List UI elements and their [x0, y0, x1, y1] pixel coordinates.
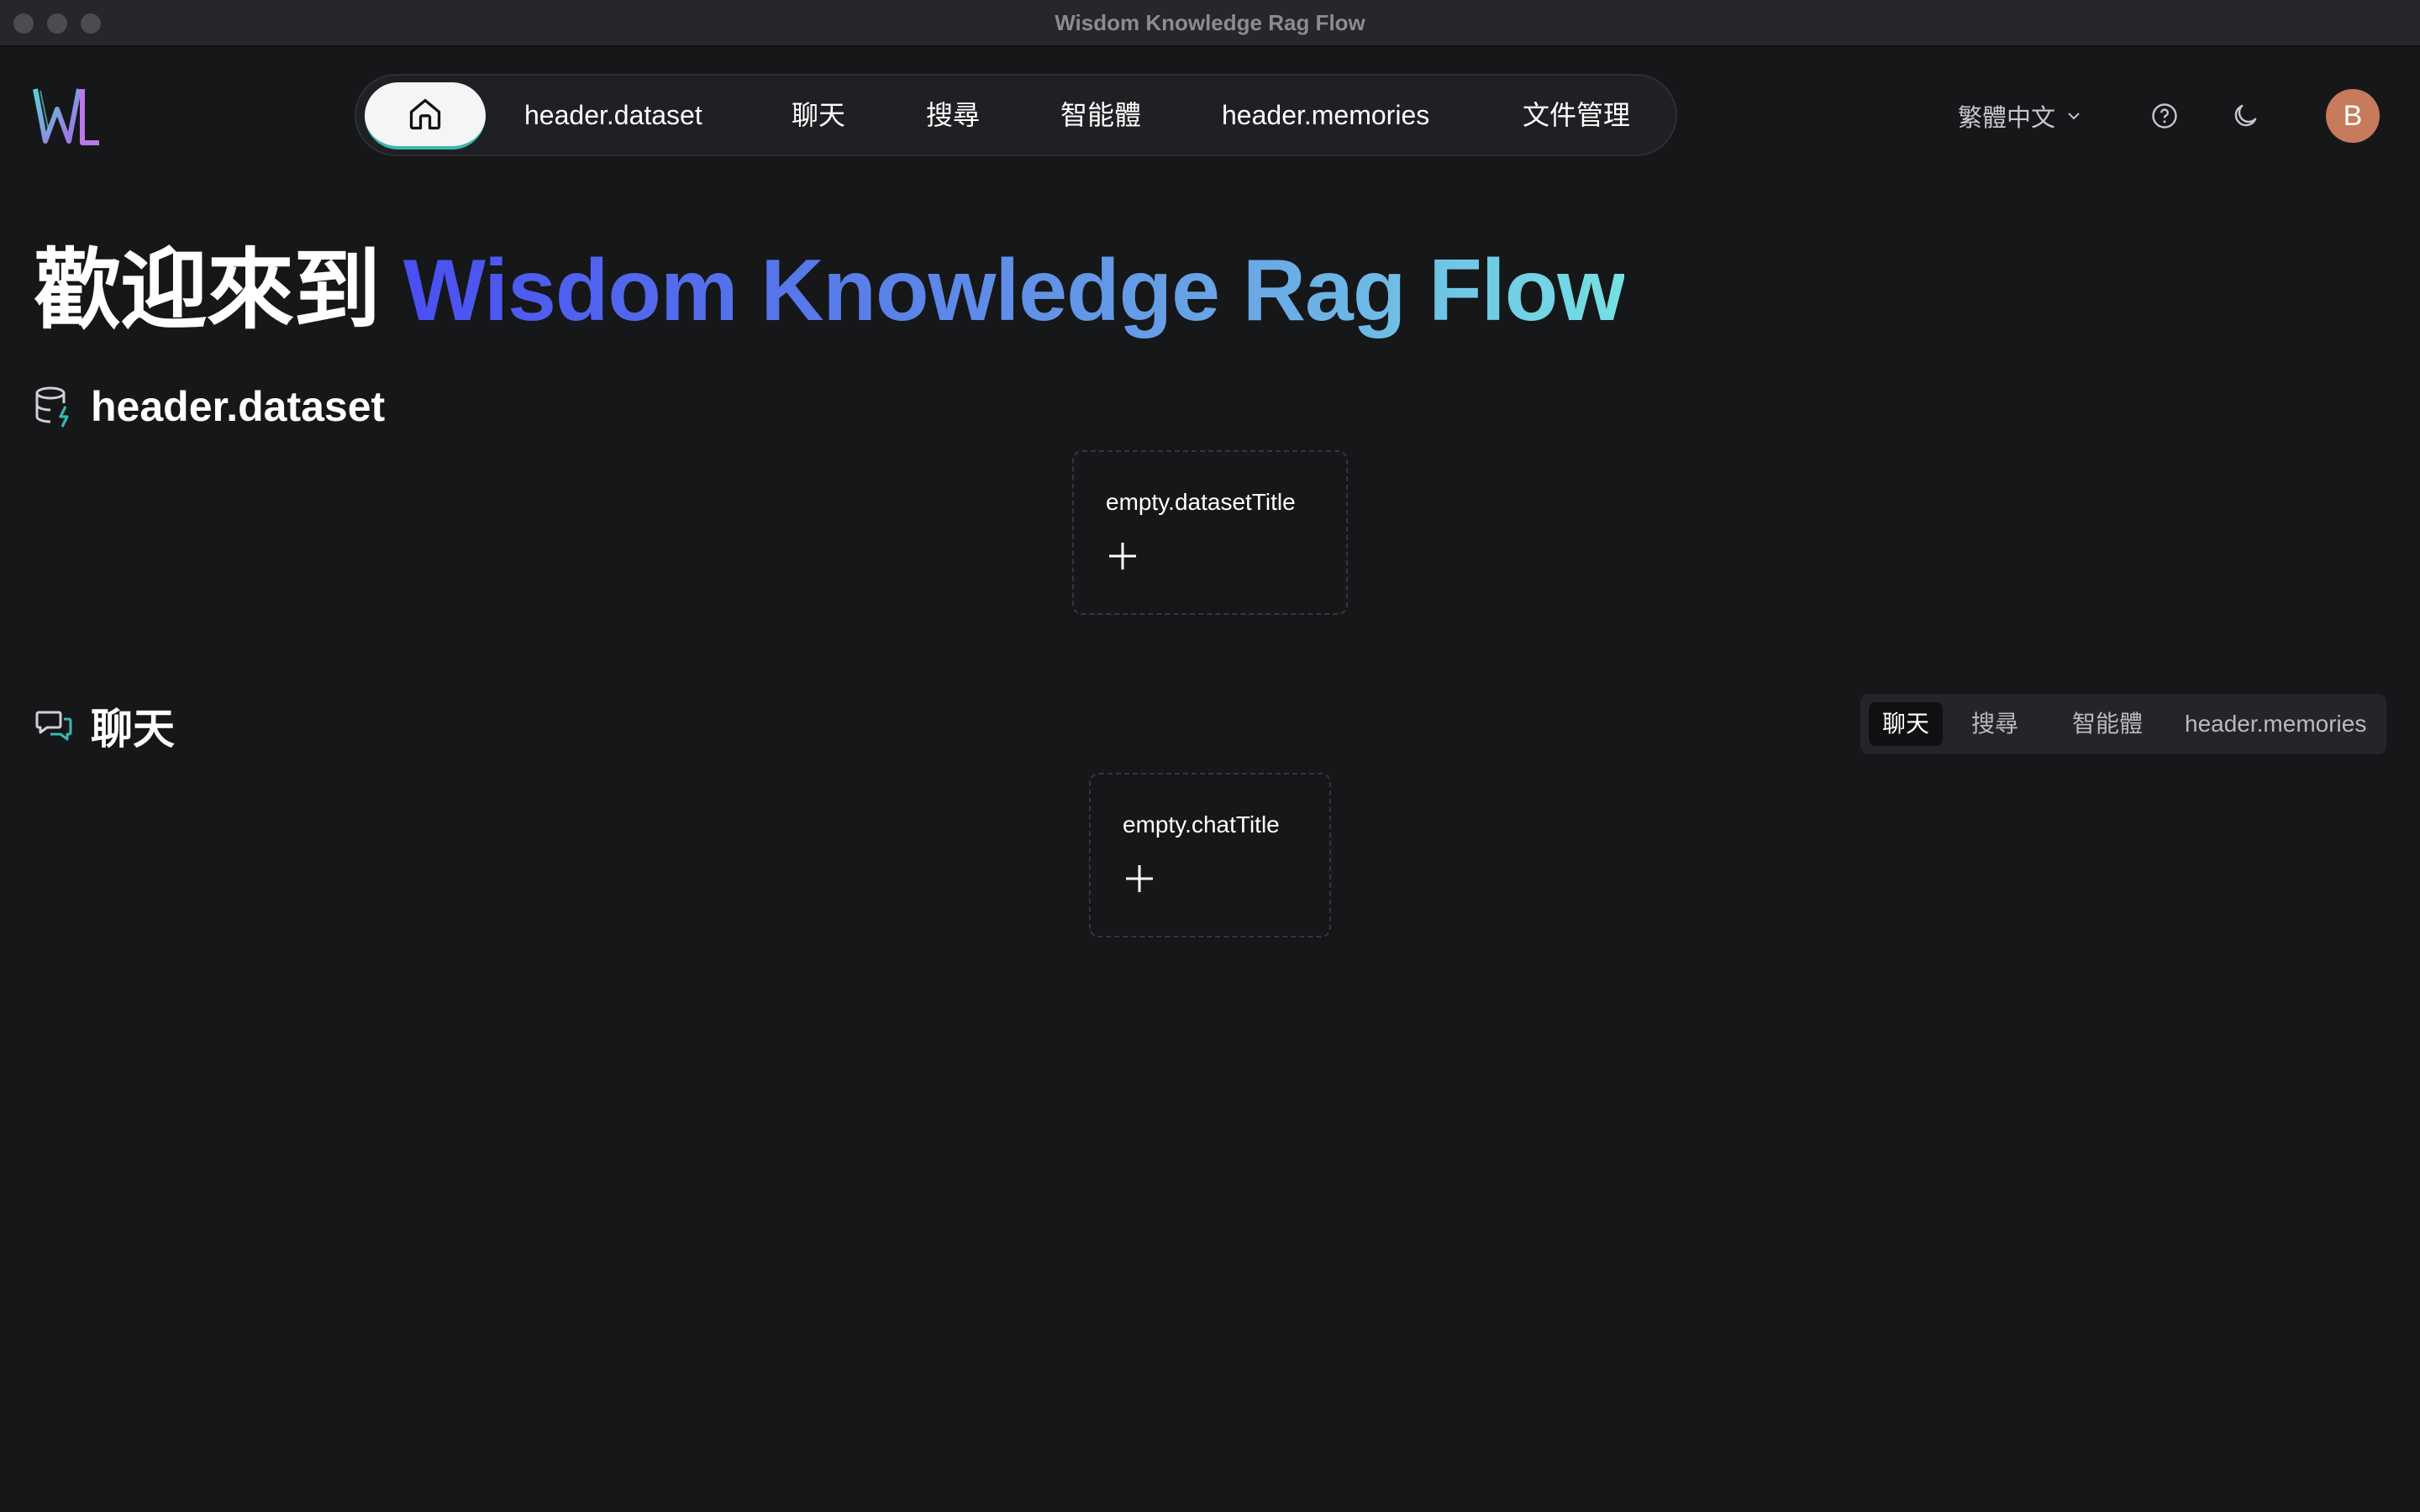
chevron-down-icon	[2068, 113, 2080, 120]
language-selector[interactable]: 繁體中文	[1958, 97, 2082, 134]
tab-search[interactable]: 搜尋	[1958, 702, 2032, 746]
welcome-heading: 歡迎來到 Wisdom Knowledge Rag Flow	[34, 218, 1625, 339]
app-window: Wisdom Knowledge Rag Flow header.dataset…	[0, 0, 2420, 1512]
chat-section-header: 聊天	[34, 701, 175, 753]
main-nav: header.dataset 聊天 搜尋 智能體 header.memories…	[355, 74, 1677, 156]
nav-memories[interactable]: header.memories	[1222, 76, 1429, 155]
window-title: Wisdom Knowledge Rag Flow	[1055, 10, 1365, 35]
empty-chat-card[interactable]: empty.chatTitle	[1089, 773, 1331, 937]
nav-chat[interactable]: 聊天	[792, 76, 845, 155]
home-icon	[409, 98, 441, 130]
nav-agent[interactable]: 智能體	[1060, 76, 1141, 155]
help-icon[interactable]	[2149, 101, 2180, 131]
title-bar: Wisdom Knowledge Rag Flow	[0, 0, 2420, 47]
empty-dataset-card[interactable]: empty.datasetTitle	[1072, 450, 1348, 615]
moon-icon[interactable]	[2230, 101, 2260, 131]
dataset-section-header: header.dataset	[34, 381, 385, 432]
tab-chat[interactable]: 聊天	[1869, 702, 1944, 746]
section-tabs: 聊天 搜尋 智能體 header.memories	[1860, 694, 2386, 754]
nav-dataset[interactable]: header.dataset	[524, 76, 702, 155]
welcome-prefix: 歡迎來到	[34, 242, 381, 339]
tab-agent[interactable]: 智能體	[2059, 702, 2156, 746]
nav-home-button[interactable]	[365, 82, 486, 150]
user-avatar[interactable]: B	[2326, 89, 2380, 143]
chat-bubbles-icon	[35, 711, 72, 741]
language-label: 繁體中文	[1958, 105, 2056, 132]
dataset-section-title: header.dataset	[91, 383, 386, 430]
chat-section-title: 聊天	[91, 706, 175, 753]
database-icon	[35, 386, 69, 428]
plus-icon[interactable]	[1123, 862, 1156, 895]
tab-memories[interactable]: header.memories	[2171, 702, 2380, 746]
plus-icon[interactable]	[1106, 539, 1139, 573]
nav-file-management[interactable]: 文件管理	[1523, 76, 1630, 155]
empty-dataset-title: empty.datasetTitle	[1106, 489, 1296, 515]
nav-search[interactable]: 搜尋	[926, 76, 980, 155]
empty-chat-title: empty.chatTitle	[1123, 811, 1280, 837]
logo-icon[interactable]	[32, 81, 103, 151]
welcome-brand: Wisdom Knowledge Rag Flow	[402, 242, 1625, 339]
